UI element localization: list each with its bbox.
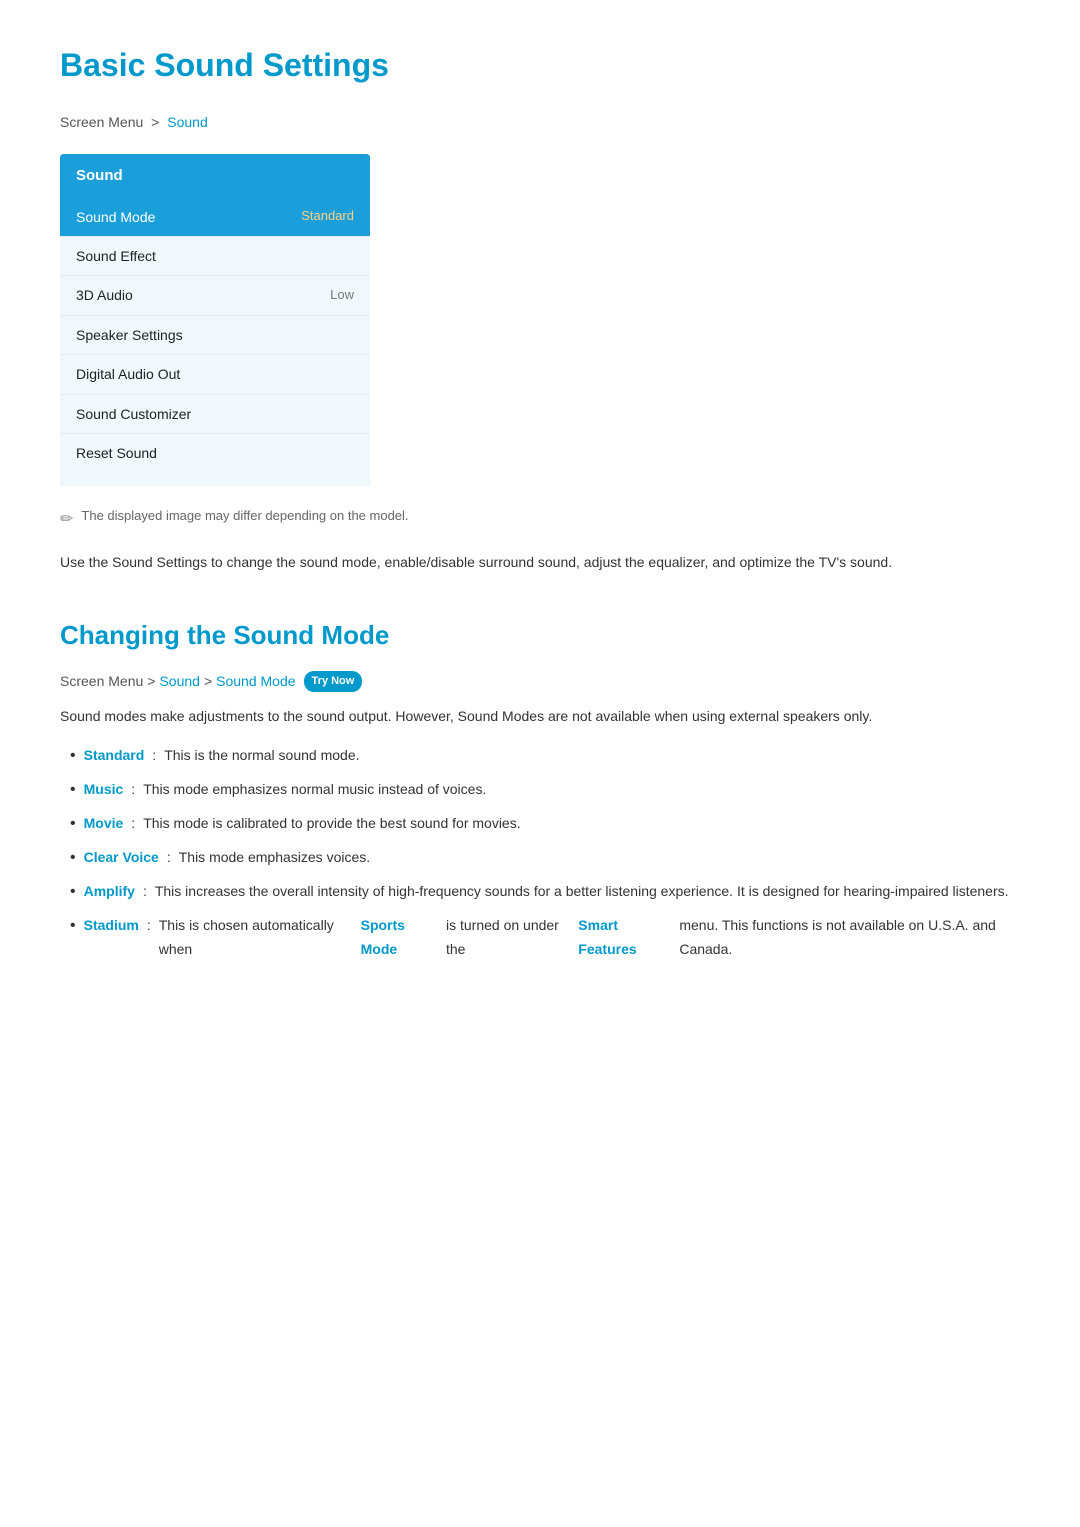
mode-name[interactable]: Movie <box>84 812 124 836</box>
menu-item[interactable]: Digital Audio Out <box>60 355 370 394</box>
mode-colon: : <box>131 778 135 802</box>
menu-item[interactable]: Reset Sound <box>60 434 370 472</box>
menu-item[interactable]: Sound Mode Standard <box>60 198 370 237</box>
list-item: Clear Voice: This mode emphasizes voices… <box>70 846 1020 870</box>
bc2-link-sound[interactable]: Sound <box>159 670 199 692</box>
section-description: Sound modes make adjustments to the soun… <box>60 705 1020 729</box>
breadcrumb-sep: > <box>151 114 159 130</box>
mode-colon: : <box>131 812 135 836</box>
breadcrumb2: Screen Menu > Sound > Sound Mode Try Now <box>60 670 1020 692</box>
menu-box: Sound Sound Mode Standard Sound Effect 3D A… <box>60 154 370 487</box>
menu-item-label: Speaker Settings <box>76 324 183 346</box>
breadcrumb: Screen Menu > Sound <box>60 111 1020 133</box>
menu-item-value: Low <box>330 285 354 306</box>
sound-description: Use the Sound Settings to change the sou… <box>60 551 1020 575</box>
note: ✏ The displayed image may differ dependi… <box>60 506 1020 533</box>
bc2-prefix: Screen Menu <box>60 670 143 692</box>
menu-item-label: Digital Audio Out <box>76 363 180 385</box>
mode-colon: : <box>167 846 171 870</box>
menu-item-label: Sound Effect <box>76 245 156 267</box>
breadcrumb-prefix: Screen Menu <box>60 114 143 130</box>
mode-name[interactable]: Standard <box>84 744 145 768</box>
menu-item[interactable]: Sound Customizer <box>60 395 370 434</box>
menu-item-label: 3D Audio <box>76 284 133 306</box>
pencil-icon: ✏ <box>60 507 73 533</box>
mode-name[interactable]: Clear Voice <box>84 846 159 870</box>
menu-header: Sound <box>60 154 370 198</box>
menu-item-label: Sound Mode <box>76 206 155 228</box>
breadcrumb-link-sound[interactable]: Sound <box>167 114 207 130</box>
mode-name[interactable]: Music <box>84 778 124 802</box>
bc2-sep1: > <box>147 670 155 692</box>
mode-list: Standard: This is the normal sound mode.… <box>60 744 1020 962</box>
list-item: Movie: This mode is calibrated to provid… <box>70 812 1020 836</box>
section-title: Changing the Sound Mode <box>60 615 1020 657</box>
menu-item-value: Standard <box>301 206 354 227</box>
try-now-badge[interactable]: Try Now <box>304 671 363 693</box>
note-text: The displayed image may differ depending… <box>81 506 408 527</box>
mode-colon: : <box>147 914 151 938</box>
menu-item-label: Sound Customizer <box>76 403 191 425</box>
menu-spacer <box>60 472 370 486</box>
menu-items-container: Sound Mode Standard Sound Effect 3D Audio Lo… <box>60 198 370 473</box>
sports-mode-link[interactable]: Sports Mode <box>361 914 438 962</box>
bc2-sep2: > <box>204 670 212 692</box>
smart-features-link[interactable]: Smart Features <box>578 914 671 962</box>
list-item: Stadium: This is chosen automatically wh… <box>70 914 1020 962</box>
mode-colon: : <box>152 744 156 768</box>
bc2-link-soundmode[interactable]: Sound Mode <box>216 670 295 692</box>
menu-item[interactable]: Speaker Settings <box>60 316 370 355</box>
list-item: Music: This mode emphasizes normal music… <box>70 778 1020 802</box>
mode-name[interactable]: Amplify <box>84 880 135 904</box>
menu-item[interactable]: 3D Audio Low <box>60 276 370 315</box>
list-item: Amplify: This increases the overall inte… <box>70 880 1020 904</box>
mode-name[interactable]: Stadium <box>84 914 139 938</box>
page-title: Basic Sound Settings <box>60 40 1020 91</box>
mode-colon: : <box>143 880 147 904</box>
menu-item-label: Reset Sound <box>76 442 157 464</box>
menu-item[interactable]: Sound Effect <box>60 237 370 276</box>
list-item: Standard: This is the normal sound mode. <box>70 744 1020 768</box>
